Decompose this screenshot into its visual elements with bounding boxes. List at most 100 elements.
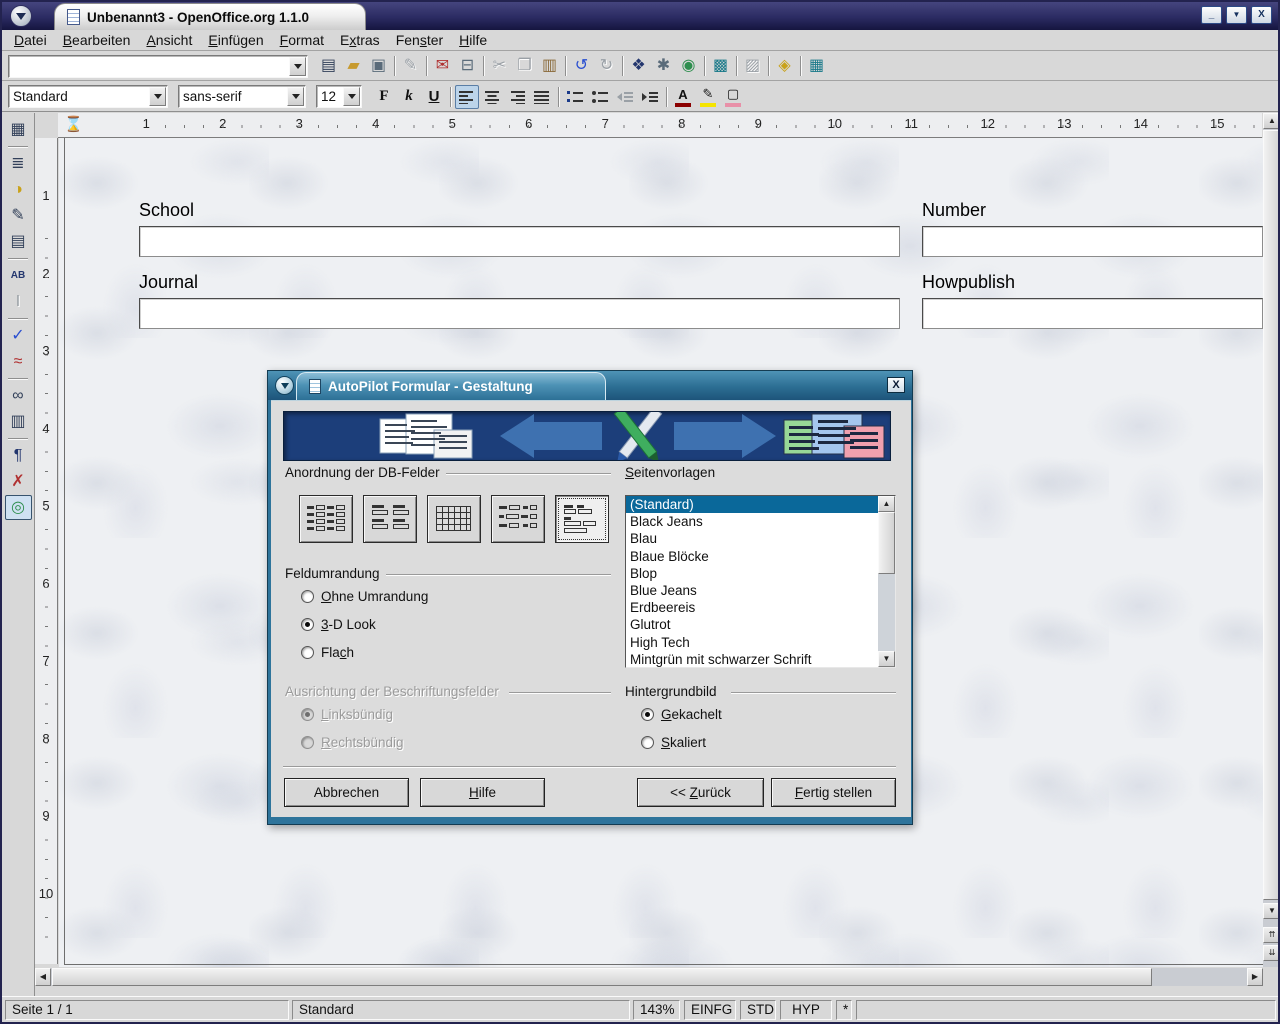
cut-icon[interactable]: ✂ [487, 54, 512, 78]
style-item-standard[interactable]: (Standard) [626, 496, 878, 513]
undo-icon[interactable]: ↺ [569, 54, 594, 78]
status-insert-mode[interactable]: EINFG [684, 1000, 736, 1020]
insert-graphic-icon[interactable]: ▨ [740, 54, 765, 78]
separator[interactable] [5, 255, 32, 262]
howpublish-input[interactable] [922, 298, 1263, 329]
dialog-titlebar[interactable]: AutoPilot Formular - Gestaltung X [268, 371, 912, 400]
justify-button[interactable] [530, 85, 554, 109]
separator[interactable] [480, 54, 487, 78]
next-page-button[interactable]: ⇊ [1263, 945, 1280, 961]
radio-scaled[interactable]: Skaliert [641, 735, 706, 750]
italic-button[interactable]: k [397, 85, 421, 109]
status-hyperlink-mode[interactable]: HYP [780, 1000, 832, 1020]
style-item-glutrot[interactable]: Glutrot [626, 616, 878, 633]
gallery-icon[interactable]: ▩ [708, 54, 733, 78]
bullet-list-button[interactable] [588, 85, 612, 109]
menu-format[interactable]: Format [272, 32, 332, 48]
cancel-button[interactable]: Abbrechen [284, 778, 409, 807]
finish-button[interactable]: Fertig stellen [771, 778, 896, 807]
vertical-scrollbar[interactable]: ▲ ▼ ⇈ ⇊ [1263, 113, 1280, 967]
save-icon[interactable]: ▣ [366, 54, 391, 78]
menu-extras[interactable]: Extras [332, 32, 388, 48]
url-dropdown-button[interactable] [289, 57, 306, 76]
radio-no-border[interactable]: Ohne Umrandung [301, 589, 428, 604]
data-source-view-icon[interactable]: ▥ [5, 409, 32, 434]
style-item-blaue-bloecke[interactable]: Blaue Blöcke [626, 548, 878, 565]
graphics-off-icon[interactable]: ✗ [5, 469, 32, 494]
status-selection-mode[interactable]: STD [740, 1000, 776, 1020]
status-page-style[interactable]: Standard [292, 1000, 630, 1020]
separator[interactable] [797, 54, 804, 78]
paragraph-background-button[interactable]: ▢ [721, 85, 745, 109]
status-zoom[interactable]: 143% [633, 1000, 680, 1020]
separator[interactable] [5, 143, 32, 150]
style-item-black-jeans[interactable]: Black Jeans [626, 513, 878, 530]
text-animation-icon[interactable]: AB [5, 263, 32, 288]
data-sources-icon[interactable]: ▦ [804, 54, 829, 78]
open-icon[interactable]: ▰ [341, 54, 366, 78]
online-layout-icon[interactable]: ◎ [5, 495, 32, 520]
back-button[interactable]: << Zurück [637, 778, 764, 807]
separator[interactable] [5, 315, 32, 322]
window-menu-button[interactable] [10, 5, 32, 27]
separator[interactable] [733, 54, 740, 78]
menu-ansicht[interactable]: Ansicht [138, 32, 200, 48]
find-icon[interactable]: ∞ [5, 383, 32, 408]
size-dropdown-button[interactable] [343, 87, 360, 106]
layout-columns-labels-above-button[interactable] [363, 495, 417, 543]
draw-functions-icon[interactable]: ✎ [5, 203, 32, 228]
number-input[interactable] [922, 226, 1263, 257]
font-size-combobox[interactable]: 12 [316, 85, 362, 108]
hyperlink-icon[interactable]: ◉ [676, 54, 701, 78]
increase-indent-button[interactable] [638, 85, 662, 109]
style-item-mintgruen[interactable]: Mintgrün mit schwarzer Schrift [626, 651, 878, 667]
scroll-right-button[interactable]: ▶ [1247, 968, 1263, 986]
autospellcheck-icon[interactable]: ≈ [5, 349, 32, 374]
style-dropdown-button[interactable] [149, 87, 166, 106]
separator[interactable] [562, 54, 569, 78]
help-button[interactable]: Hilfe [420, 778, 545, 807]
font-dropdown-button[interactable] [287, 87, 304, 106]
align-left-button[interactable] [455, 85, 479, 109]
copy-icon[interactable]: ❐ [512, 54, 537, 78]
dialog-title-tab[interactable]: AutoPilot Formular - Gestaltung [296, 372, 606, 400]
spellcheck-icon[interactable]: ✓ [5, 323, 32, 348]
scrollbar-thumb[interactable] [52, 968, 1152, 986]
decrease-indent-button[interactable] [613, 85, 637, 109]
window-titlebar[interactable]: Unbenannt3 - OpenOffice.org 1.1.0 _ ▼ X [2, 2, 1278, 30]
font-color-button[interactable]: A [671, 85, 695, 109]
scroll-left-button[interactable]: ◀ [35, 968, 51, 986]
new-document-icon[interactable]: ▤ [316, 54, 341, 78]
menu-fenster[interactable]: Fenster [388, 32, 451, 48]
layout-blocks-labels-left-button[interactable] [491, 495, 545, 543]
insert-table-icon[interactable]: ▦ [5, 117, 32, 142]
layout-as-table-button[interactable] [427, 495, 481, 543]
shade-button[interactable]: ▼ [1226, 6, 1247, 24]
separator[interactable] [5, 435, 32, 442]
school-input[interactable] [139, 226, 900, 257]
scrollbar-thumb[interactable] [878, 512, 895, 574]
separator[interactable] [619, 54, 626, 78]
redo-icon[interactable]: ↻ [594, 54, 619, 78]
radio-3d-look[interactable]: 3-D Look [301, 617, 376, 632]
dialog-menu-button[interactable] [275, 376, 294, 395]
separator[interactable] [423, 54, 430, 78]
style-item-high-tech[interactable]: High Tech [626, 634, 878, 651]
insert-object-icon[interactable]: ◑ [5, 177, 32, 202]
align-center-button[interactable] [480, 85, 504, 109]
insert-index-icon[interactable]: I [5, 289, 32, 314]
window-title-tab[interactable]: Unbenannt3 - OpenOffice.org 1.1.0 [54, 3, 366, 30]
separator[interactable] [391, 54, 398, 78]
indent-marker-icon[interactable]: ⌛ [64, 115, 83, 133]
minimize-button[interactable]: _ [1201, 6, 1222, 24]
paste-icon[interactable]: ▥ [537, 54, 562, 78]
font-name-combobox[interactable]: sans-serif [178, 85, 306, 108]
menu-hilfe[interactable]: Hilfe [451, 32, 495, 48]
menu-bearbeiten[interactable]: Bearbeiten [55, 32, 139, 48]
insert-fields-icon[interactable]: ≣ [5, 151, 32, 176]
scrollbar-thumb[interactable] [1263, 130, 1280, 900]
paragraph-style-combobox[interactable]: Standard [8, 85, 168, 108]
scroll-down-button[interactable]: ▼ [1263, 903, 1280, 919]
style-item-blau[interactable]: Blau [626, 530, 878, 547]
scroll-up-button[interactable]: ▲ [878, 496, 895, 512]
